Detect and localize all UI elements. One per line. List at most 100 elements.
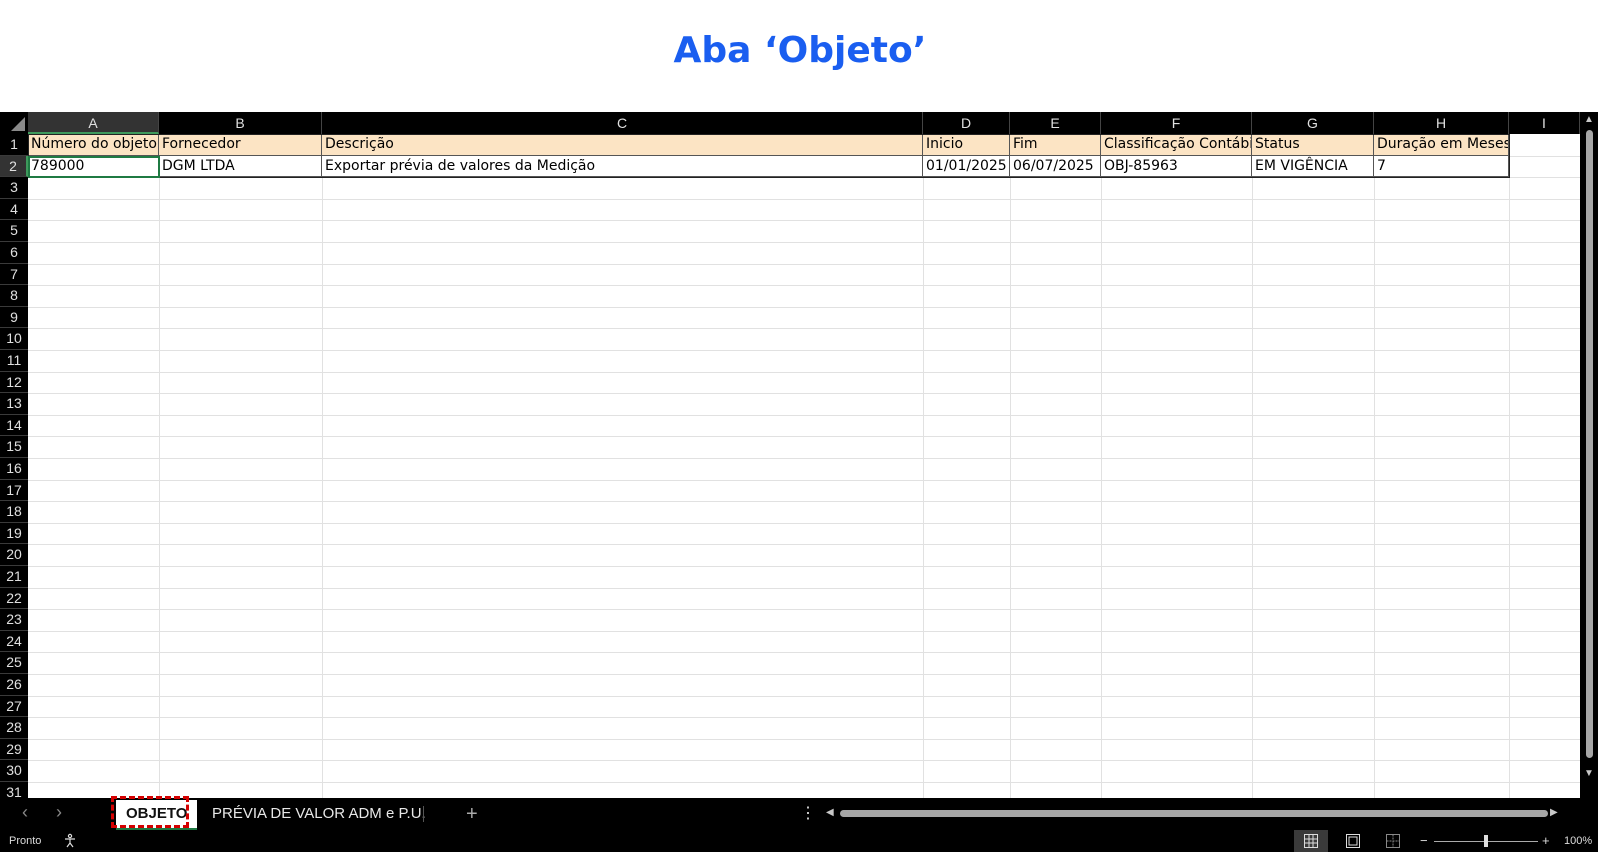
row-header-31[interactable]: 31 xyxy=(0,782,28,798)
data-cell[interactable]: EM VIGÊNCIA xyxy=(1252,155,1374,178)
header-cell[interactable]: Duração em Meses xyxy=(1374,134,1509,156)
row-header-29[interactable]: 29 xyxy=(0,738,28,761)
gridline-horizontal xyxy=(28,738,1580,740)
row-header-6[interactable]: 6 xyxy=(0,242,28,264)
data-cell[interactable]: Exportar prévia de valores da Medição xyxy=(322,155,923,178)
row-header-19[interactable]: 19 xyxy=(0,522,28,545)
data-cell[interactable]: 7 xyxy=(1374,155,1509,178)
more-options-icon[interactable]: ⋮ xyxy=(800,800,816,828)
zoom-level[interactable]: 100% xyxy=(1564,830,1592,852)
gridline-horizontal xyxy=(28,242,1580,243)
gridline-horizontal xyxy=(28,220,1580,222)
highlight-box xyxy=(111,796,189,828)
row-header-30[interactable]: 30 xyxy=(0,760,28,782)
row-header-4[interactable]: 4 xyxy=(0,198,28,221)
gridline-horizontal xyxy=(28,479,1580,481)
data-cell[interactable]: 789000 xyxy=(28,155,159,178)
header-cell[interactable]: Número do objeto xyxy=(28,134,159,156)
accessibility-icon[interactable] xyxy=(62,830,78,852)
gridline-horizontal xyxy=(28,350,1580,351)
column-header-f[interactable]: F xyxy=(1101,112,1252,134)
row-header-9[interactable]: 9 xyxy=(0,306,28,329)
header-cell[interactable]: Fornecedor xyxy=(159,134,322,156)
grid-view-icon[interactable] xyxy=(1294,830,1328,852)
row-header-24[interactable]: 24 xyxy=(0,630,28,653)
column-header-g[interactable]: G xyxy=(1252,112,1374,134)
row-header-16[interactable]: 16 xyxy=(0,458,28,480)
vertical-scrollbar[interactable]: ▲ ▼ xyxy=(1580,112,1598,798)
row-header-10[interactable]: 10 xyxy=(0,328,28,350)
row-header-5[interactable]: 5 xyxy=(0,220,28,242)
gridline-vertical xyxy=(159,134,160,798)
gridline-vertical xyxy=(1374,134,1375,798)
row-header-17[interactable]: 17 xyxy=(0,479,28,502)
gridline-horizontal xyxy=(28,674,1580,675)
header-cell[interactable]: Status xyxy=(1252,134,1374,156)
row-header-11[interactable]: 11 xyxy=(0,350,28,372)
scroll-down-icon[interactable]: ▼ xyxy=(1584,768,1594,779)
column-header-d[interactable]: D xyxy=(923,112,1010,134)
header-cell[interactable]: Classificação Contábil xyxy=(1101,134,1252,156)
gridline-horizontal xyxy=(28,566,1580,567)
zoom-slider-thumb[interactable] xyxy=(1484,835,1488,847)
scroll-up-icon[interactable]: ▲ xyxy=(1584,114,1594,125)
row-header-13[interactable]: 13 xyxy=(0,393,28,415)
select-all-corner[interactable] xyxy=(0,112,28,134)
row-header-14[interactable]: 14 xyxy=(0,414,28,437)
data-cell[interactable]: DGM LTDA xyxy=(159,155,322,178)
gridline-horizontal xyxy=(28,501,1580,503)
header-cell[interactable]: Inicio xyxy=(923,134,1010,156)
row-header-12[interactable]: 12 xyxy=(0,371,28,394)
column-header-c[interactable]: C xyxy=(322,112,923,134)
chevron-left-icon[interactable]: ‹ xyxy=(22,802,28,823)
page-break-icon[interactable] xyxy=(1376,830,1410,852)
gridline-horizontal xyxy=(28,458,1580,459)
zoom-out-button[interactable]: − xyxy=(1420,830,1428,852)
column-header-e[interactable]: E xyxy=(1010,112,1101,134)
gridline-horizontal xyxy=(28,717,1580,719)
row-header-27[interactable]: 27 xyxy=(0,695,28,718)
tab-previa-de-valor[interactable]: PRÉVIA DE VALOR ADM e P.U. xyxy=(212,800,426,828)
gridline-horizontal xyxy=(28,306,1580,308)
row-header-18[interactable]: 18 xyxy=(0,501,28,523)
cell-grid[interactable]: A B C D E F G H I 1 2 3 4 5 6 7 8 9 10 11 12 13 14 15 16 17 18 19 20… xyxy=(0,112,1580,798)
row-header-15[interactable]: 15 xyxy=(0,436,28,458)
header-cell[interactable]: Descrição xyxy=(322,134,923,156)
row-header-23[interactable]: 23 xyxy=(0,609,28,631)
header-cell[interactable]: Fim xyxy=(1010,134,1101,156)
scroll-left-icon[interactable]: ◀ xyxy=(826,807,834,818)
horizontal-scroll-thumb[interactable] xyxy=(840,810,1548,817)
data-cell[interactable]: 01/01/2025 xyxy=(923,155,1010,178)
spreadsheet: A B C D E F G H I 1 2 3 4 5 6 7 8 9 10 11 12 13 14 15 16 17 18 19 20… xyxy=(0,112,1598,852)
row-header-26[interactable]: 26 xyxy=(0,674,28,696)
gridline-vertical xyxy=(923,134,924,798)
page-layout-icon[interactable] xyxy=(1336,830,1370,852)
gridline-horizontal xyxy=(28,522,1580,524)
horizontal-scrollbar[interactable]: ◀ ▶ xyxy=(826,805,1564,821)
column-header-h[interactable]: H xyxy=(1374,112,1509,134)
row-header-28[interactable]: 28 xyxy=(0,717,28,739)
data-cell[interactable]: 06/07/2025 xyxy=(1010,155,1101,178)
column-header-i[interactable]: I xyxy=(1509,112,1580,134)
row-header-2[interactable]: 2 xyxy=(0,155,28,178)
vertical-scroll-thumb[interactable] xyxy=(1586,130,1593,758)
gridline-horizontal xyxy=(28,263,1580,265)
row-header-22[interactable]: 22 xyxy=(0,587,28,610)
row-header-8[interactable]: 8 xyxy=(0,285,28,307)
status-ready: Pronto xyxy=(9,835,42,847)
row-header-25[interactable]: 25 xyxy=(0,652,28,674)
data-cell[interactable]: OBJ-85963 xyxy=(1101,155,1252,178)
gridline-horizontal xyxy=(28,414,1580,416)
row-header-7[interactable]: 7 xyxy=(0,263,28,286)
add-sheet-button[interactable]: + xyxy=(466,800,478,828)
row-header-3[interactable]: 3 xyxy=(0,177,28,199)
column-header-a[interactable]: A xyxy=(28,112,159,134)
row-header-21[interactable]: 21 xyxy=(0,566,28,588)
gridline-horizontal xyxy=(28,198,1580,200)
column-header-b[interactable]: B xyxy=(159,112,322,134)
row-header-20[interactable]: 20 xyxy=(0,544,28,566)
zoom-in-button[interactable]: + xyxy=(1542,830,1550,852)
chevron-right-icon[interactable]: › xyxy=(56,802,62,823)
scroll-right-icon[interactable]: ▶ xyxy=(1550,807,1558,818)
row-header-1[interactable]: 1 xyxy=(0,134,28,156)
